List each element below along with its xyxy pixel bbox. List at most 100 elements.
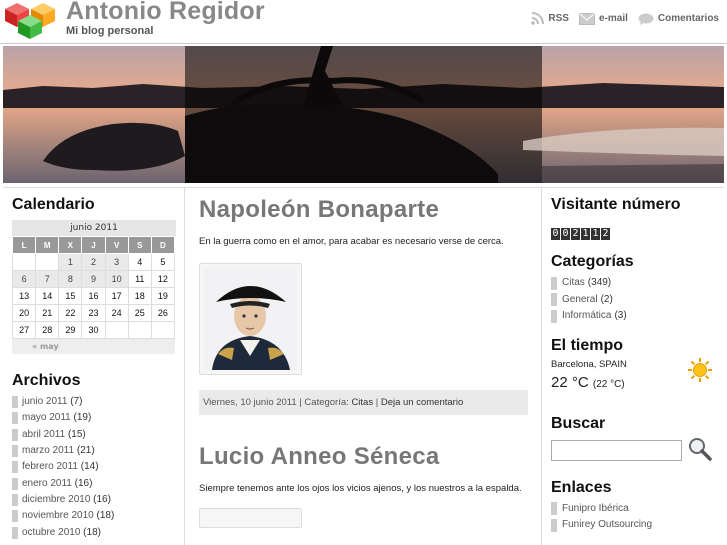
- calendar-day[interactable]: 3: [104, 253, 129, 271]
- links-title: Enlaces: [551, 478, 612, 496]
- calendar-day: 22: [58, 304, 83, 322]
- list-item: febrero 2011 (14): [12, 459, 176, 475]
- search-input[interactable]: [551, 440, 682, 461]
- site-title[interactable]: Antonio Regidor: [66, 0, 265, 26]
- left-column-divider: [184, 188, 185, 545]
- calendar-day: 28: [35, 321, 60, 339]
- cubes-logo-icon[interactable]: [3, 1, 57, 41]
- weather-temp-value: 22 °C: [551, 373, 589, 391]
- list-item: junio 2011 (7): [12, 394, 176, 410]
- calendar-day[interactable]: 2: [81, 253, 106, 271]
- calendar-day[interactable]: 7: [35, 270, 60, 288]
- weather-feels-like: (22 °C): [592, 378, 625, 390]
- counter-digit: 2: [601, 228, 610, 240]
- counter-digit: 1: [581, 228, 590, 240]
- calendar-day: 16: [81, 287, 106, 305]
- mail-icon: [578, 12, 595, 25]
- counter-digit: 0: [561, 228, 570, 240]
- list-item: octubre 2010 (18): [12, 524, 176, 540]
- list-item: mayo 2011 (19): [12, 410, 176, 426]
- counter-digit: 0: [551, 228, 560, 240]
- category-count: (3): [614, 310, 627, 322]
- header-banner-image: [3, 46, 724, 183]
- calendar-day[interactable]: 6: [11, 270, 37, 288]
- calendar-day[interactable]: 8: [58, 270, 83, 288]
- archive-link[interactable]: noviembre 2010: [22, 508, 94, 524]
- calendar-day: 13: [11, 287, 37, 305]
- calendar-title: Calendario: [12, 196, 95, 213]
- links-list: Funipro Ibérica Funirey Outsourcing: [551, 501, 721, 534]
- post-title[interactable]: Lucio Anneo Séneca: [199, 443, 529, 471]
- calendar-day: 5: [150, 253, 176, 271]
- email-link[interactable]: e-mail: [578, 12, 628, 25]
- calendar-day[interactable]: 1: [58, 253, 83, 271]
- site-tagline: Mi blog personal: [66, 25, 154, 37]
- calendar-table: L M X J V S D 1 2 3 4 5 6 7 8 9 10 11 12…: [11, 236, 176, 339]
- email-label: e-mail: [598, 13, 628, 24]
- external-link[interactable]: Funipro Ibérica: [562, 501, 629, 517]
- weekday-header: D: [150, 236, 176, 254]
- weekday-header: S: [127, 236, 152, 254]
- main-content: Napoleón Bonaparte En la guerra como en …: [199, 196, 529, 528]
- archive-count: (7): [70, 396, 83, 408]
- post-category-link[interactable]: Citas: [351, 397, 373, 408]
- archive-link[interactable]: abril 2011: [22, 427, 65, 443]
- category-link[interactable]: General: [562, 292, 598, 308]
- category-count: (2): [600, 293, 613, 305]
- calendar-day: 23: [81, 304, 106, 322]
- list-item: enero 2011 (16): [12, 475, 176, 491]
- calendar-day: [127, 321, 152, 339]
- post-title[interactable]: Napoleón Bonaparte: [199, 196, 529, 224]
- right-column-divider: [541, 188, 542, 545]
- calendar-day: 30: [81, 321, 106, 339]
- category-link[interactable]: Citas: [562, 275, 585, 291]
- post-meta: Viernes, 10 junio 2011 | Categoría: Cita…: [199, 390, 528, 415]
- category-link[interactable]: Informática: [562, 308, 611, 324]
- calendar-day: 24: [104, 304, 129, 322]
- archive-link[interactable]: febrero 2011: [22, 459, 78, 475]
- search-title: Buscar: [551, 414, 606, 432]
- list-item: Informática (3): [551, 308, 721, 325]
- archive-link[interactable]: marzo 2011: [22, 443, 74, 459]
- visitor-counter: 0 0 2 1 1 2: [551, 228, 721, 240]
- visitor-counter-title: Visitante número: [551, 196, 681, 213]
- search-form: [551, 437, 721, 465]
- calendar-day: [35, 253, 60, 271]
- calendar-month-caption: junio 2011: [12, 220, 176, 236]
- archive-count: (15): [67, 428, 86, 440]
- external-link[interactable]: Funirey Outsourcing: [562, 517, 652, 533]
- post-portrait-image[interactable]: [199, 263, 302, 375]
- post-portrait-image[interactable]: [199, 508, 302, 528]
- archive-link[interactable]: mayo 2011: [22, 410, 71, 426]
- weather-widget: El tiempo Barcelona, SPAIN 22 °C (22 °C): [551, 337, 721, 391]
- archive-link[interactable]: octubre 2010: [22, 525, 80, 541]
- weather-title: El tiempo: [551, 336, 624, 354]
- archives-list: junio 2011 (7) mayo 2011 (19) abril 2011…: [12, 394, 176, 541]
- post: Lucio Anneo Séneca Siempre tenemos ante …: [199, 443, 529, 528]
- calendar-day: 17: [104, 287, 129, 305]
- archives-title: Archivos: [12, 372, 81, 389]
- calendar-day[interactable]: 10: [104, 270, 129, 288]
- calendar-prev-month-link[interactable]: « may: [12, 339, 175, 354]
- archive-link[interactable]: diciembre 2010: [22, 492, 90, 508]
- rss-link[interactable]: RSS: [531, 12, 569, 25]
- comment-bubble-icon: [638, 13, 654, 25]
- calendar-day[interactable]: 9: [81, 270, 106, 288]
- post-text: Siempre tenemos ante los ojos los vicios…: [199, 483, 522, 494]
- site-header: Antonio Regidor Mi blog personal RSS e-m…: [0, 0, 727, 44]
- archive-count: (18): [83, 526, 101, 538]
- magnifier-icon[interactable]: [688, 437, 712, 465]
- archive-link[interactable]: junio 2011: [22, 394, 67, 410]
- comments-link[interactable]: Comentarios: [638, 12, 719, 25]
- weekday-header: M: [35, 236, 60, 254]
- calendar-day: 14: [35, 287, 60, 305]
- calendar-day: 26: [150, 304, 176, 322]
- archive-count: (19): [73, 412, 92, 424]
- calendar-day: 18: [127, 287, 152, 305]
- archive-link[interactable]: enero 2011: [22, 476, 72, 492]
- calendar-day: 11: [127, 270, 152, 288]
- leave-comment-link[interactable]: Deja un comentario: [381, 397, 463, 408]
- calendar-day: 29: [58, 321, 83, 339]
- calendar-day: 19: [150, 287, 176, 305]
- counter-digit: 2: [571, 228, 580, 240]
